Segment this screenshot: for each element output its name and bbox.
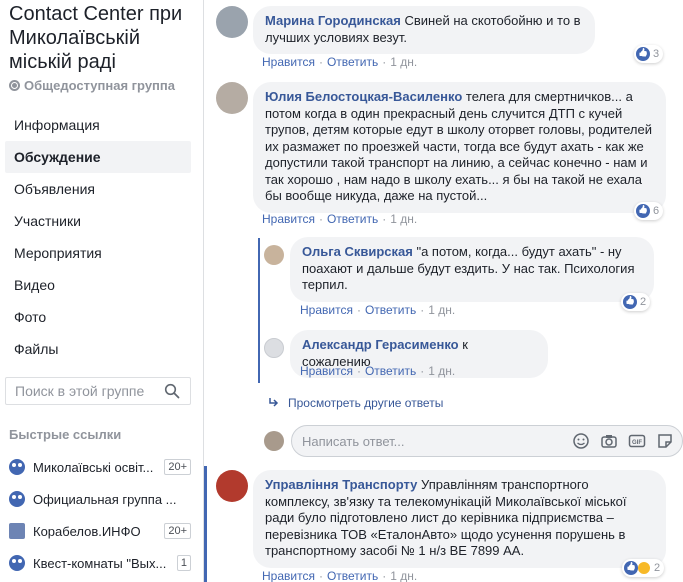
comment-actions: Нравится · Ответить · 1 дн. <box>300 303 456 317</box>
quick-link-item[interactable]: Миколаївські освіт... 20+ <box>9 451 191 483</box>
avatar[interactable] <box>216 470 248 502</box>
comment-actions: Нравится · Ответить · 1 дн. <box>262 55 418 69</box>
quick-link-label: Официальная группа ... <box>33 491 177 507</box>
group-privacy-label: Общедоступная группа <box>24 78 175 93</box>
reply-arrow-icon <box>269 398 279 407</box>
quick-link-badge: 20+ <box>164 523 191 539</box>
group-privacy: Общедоступная группа <box>9 78 175 93</box>
comment-time[interactable]: 1 дн. <box>428 303 455 317</box>
reply-button[interactable]: Ответить <box>365 364 416 378</box>
svg-text:GIF: GIF <box>632 440 642 446</box>
comment-text: телега для смертничков... а потом когда … <box>265 89 652 203</box>
comment-time[interactable]: 1 дн. <box>390 212 417 226</box>
search-icon[interactable] <box>164 383 180 399</box>
globe-icon <box>9 80 20 91</box>
nav-item-photos[interactable]: Фото <box>5 301 191 333</box>
quick-link-badge: 20+ <box>164 459 191 475</box>
nav-item-info[interactable]: Информация <box>5 109 191 141</box>
quick-link-label: Миколаївські освіт... <box>33 459 154 475</box>
comment-actions: Нравится · Ответить · 1 дн. <box>300 364 456 378</box>
nav-item-files[interactable]: Файлы <box>5 333 191 365</box>
composer-icons: GIF <box>572 432 674 450</box>
camera-icon[interactable] <box>600 432 618 450</box>
sticker-icon[interactable] <box>656 432 674 450</box>
like-reaction-icon <box>623 295 637 309</box>
comment-author[interactable]: Александр Герасименко <box>302 337 459 352</box>
like-reaction-icon <box>636 47 650 61</box>
view-more-replies[interactable]: Просмотреть другие ответы <box>268 396 443 410</box>
haha-reaction-icon <box>637 561 651 575</box>
avatar[interactable] <box>216 82 248 114</box>
quick-link-item[interactable]: Корабелов.ИНФО 20+ <box>9 515 191 547</box>
comment-bubble: Марина Городинская Свиней на скотобойню … <box>253 6 595 54</box>
group-icon <box>9 555 25 571</box>
reactions-count[interactable]: 2 <box>622 559 665 577</box>
like-button[interactable]: Нравится <box>262 212 315 226</box>
comments-panel: Марина Городинская Свиней на скотобойню … <box>204 0 683 582</box>
gif-icon[interactable]: GIF <box>628 432 646 450</box>
nav-item-members[interactable]: Участники <box>5 205 191 237</box>
nav-item-announcements[interactable]: Объявления <box>5 173 191 205</box>
like-reaction-icon <box>624 561 638 575</box>
reply-thread-line <box>258 238 260 383</box>
quick-link-label: Корабелов.ИНФО <box>33 523 141 539</box>
avatar[interactable] <box>216 6 248 38</box>
left-sidebar: Contact Center при Миколаївській міській… <box>0 0 203 582</box>
comment-author[interactable]: Юлия Белостоцкая-Василенко <box>265 89 462 104</box>
comment-bubble: Юлия Белостоцкая-Василенко телега для см… <box>253 82 666 213</box>
reactions-count[interactable]: 6 <box>634 202 664 220</box>
reply-input[interactable] <box>292 433 562 449</box>
comment-actions: Нравится · Ответить · 1 дн. <box>262 212 418 226</box>
quick-link-badge: 1 <box>176 555 191 571</box>
group-search-input[interactable] <box>6 383 156 399</box>
reply-button[interactable]: Ответить <box>365 303 416 317</box>
nav-item-discussion[interactable]: Обсуждение <box>5 141 191 173</box>
comment-time[interactable]: 1 дн. <box>428 364 455 378</box>
quick-links-list: Миколаївські освіт... 20+ Официальная гр… <box>9 451 191 579</box>
quick-links-title: Быстрые ссылки <box>9 427 122 442</box>
reply-composer: GIF <box>291 425 683 457</box>
reply-button[interactable]: Ответить <box>327 569 378 582</box>
reply-bubble: Ольга Сквирская "а потом, когда... будут… <box>290 237 654 302</box>
reactions-number: 6 <box>653 205 660 217</box>
reactions-count[interactable]: 3 <box>634 45 664 63</box>
reactions-count[interactable]: 2 <box>621 293 651 311</box>
group-icon <box>9 459 25 475</box>
like-button[interactable]: Нравится <box>262 569 315 582</box>
quick-link-item[interactable]: Официальная группа ... <box>9 483 191 515</box>
reactions-number: 3 <box>653 48 660 60</box>
reactions-number: 2 <box>654 562 661 574</box>
comment-author[interactable]: Ольга Сквирская <box>302 244 413 259</box>
comment-bubble: Управління Транспорту Управлінням трансп… <box>253 470 666 568</box>
view-more-replies-label: Просмотреть другие ответы <box>288 396 444 410</box>
emoji-icon[interactable] <box>572 432 590 450</box>
comment-time[interactable]: 1 дн. <box>390 569 417 582</box>
nav-item-videos[interactable]: Видео <box>5 269 191 301</box>
reply-button[interactable]: Ответить <box>327 55 378 69</box>
quick-link-label: Квест-комнаты "Вых... <box>33 555 167 571</box>
quick-link-item[interactable]: Квест-комнаты "Вых... 1 <box>9 547 191 579</box>
reactions-number: 2 <box>640 296 647 308</box>
comment-author[interactable]: Управління Транспорту <box>265 477 417 492</box>
avatar[interactable] <box>264 338 284 358</box>
like-button[interactable]: Нравится <box>262 55 315 69</box>
avatar <box>264 431 284 451</box>
group-nav: Информация Обсуждение Объявления Участни… <box>5 109 191 365</box>
group-search <box>5 377 191 405</box>
group-title[interactable]: Contact Center при Миколаївській міській… <box>9 2 199 74</box>
new-comment-indicator <box>204 466 207 582</box>
like-button[interactable]: Нравится <box>300 303 353 317</box>
comment-author[interactable]: Марина Городинская <box>265 13 401 28</box>
nav-item-events[interactable]: Мероприятия <box>5 237 191 269</box>
avatar[interactable] <box>264 245 284 265</box>
like-button[interactable]: Нравится <box>300 364 353 378</box>
comment-actions: Нравится · Ответить · 1 дн. <box>262 569 418 582</box>
reply-button[interactable]: Ответить <box>327 212 378 226</box>
page-icon <box>9 523 25 539</box>
like-reaction-icon <box>636 204 650 218</box>
comment-time[interactable]: 1 дн. <box>390 55 417 69</box>
group-icon <box>9 491 25 507</box>
